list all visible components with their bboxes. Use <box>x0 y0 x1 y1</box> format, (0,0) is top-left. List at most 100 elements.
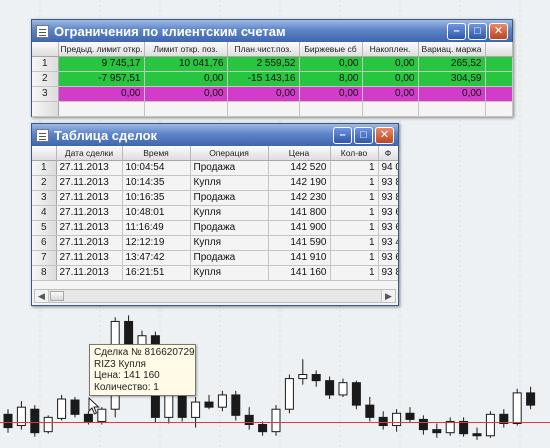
column-header[interactable]: Операция <box>190 146 269 161</box>
candle-body[interactable] <box>392 412 402 427</box>
candle-body[interactable] <box>57 398 67 419</box>
table-cell: 2 559,52 <box>227 56 300 72</box>
tooltip-instrument: RIZ3 Купля <box>94 358 146 370</box>
minimize-button[interactable]: – <box>447 22 466 40</box>
candle-body[interactable] <box>526 392 536 406</box>
candle-body[interactable] <box>432 429 442 434</box>
table-row[interactable]: 227.11.201310:14:35Купля142 190193 8 <box>32 175 398 191</box>
close-button[interactable]: ✕ <box>489 22 508 40</box>
horizontal-scrollbar[interactable]: ◀ ▶ <box>34 289 396 303</box>
row-number: 1 <box>32 160 57 176</box>
client-limits-window[interactable]: Ограничения по клиентским счетам – □ ✕ П… <box>31 19 513 117</box>
candle-body[interactable] <box>191 401 201 418</box>
column-header[interactable]: Ф <box>378 146 398 161</box>
candle-body[interactable] <box>258 424 268 433</box>
column-header[interactable]: Биржевые сб <box>299 42 363 57</box>
client-limits-table[interactable]: Предыд. лимит откр. поз. Лимит откр. поз… <box>32 42 513 117</box>
candle-body[interactable] <box>43 416 53 433</box>
deals-titlebar[interactable]: Таблица сделок – □ ✕ <box>32 124 398 146</box>
table-row[interactable]: 827.11.201316:21:51Купля141 160193 8 <box>32 265 398 281</box>
table-row[interactable]: 2 -7 957,51 0,00 -15 143,16 8,00 0,00 30… <box>32 71 513 87</box>
cell-op: Купля <box>190 235 269 251</box>
candle-body[interactable] <box>231 394 241 416</box>
deals-window[interactable]: Таблица сделок – □ ✕ Дата сделки Время О… <box>31 123 399 306</box>
candle-body[interactable] <box>177 394 187 418</box>
maximize-button[interactable]: □ <box>354 126 373 144</box>
candle-body[interactable] <box>204 401 214 408</box>
candle-body[interactable] <box>418 418 428 431</box>
candle-body[interactable] <box>445 420 455 434</box>
candle-body[interactable] <box>472 433 482 437</box>
cell-op: Продажа <box>190 220 269 236</box>
cell-qty: 1 <box>330 265 379 281</box>
cell-extra: 93 8 <box>378 190 398 206</box>
scroll-thumb[interactable] <box>50 291 64 301</box>
table-row[interactable]: 427.11.201310:48:01Купля141 800193 6 <box>32 205 398 221</box>
column-header[interactable]: Цена <box>268 146 331 161</box>
table-row[interactable]: 3 0,00 0,00 0,00 0,00 0,00 0,00 <box>32 86 513 102</box>
table-cell: 0,00 <box>144 71 228 87</box>
candle-body[interactable] <box>70 399 80 415</box>
table-cell <box>362 101 419 117</box>
table-row[interactable]: 527.11.201311:16:49Продажа141 900193 6 <box>32 220 398 236</box>
row-number: 4 <box>32 205 57 221</box>
column-header[interactable]: Лимит откр. поз. <box>144 42 228 57</box>
cell-time: 10:14:35 <box>122 175 191 191</box>
scroll-left-icon[interactable]: ◀ <box>35 290 49 302</box>
column-header[interactable]: Накоплен. <box>362 42 419 57</box>
table-row[interactable]: 327.11.201310:16:35Продажа142 230193 8 <box>32 190 398 206</box>
client-limits-titlebar[interactable]: Ограничения по клиентским счетам – □ ✕ <box>32 20 512 42</box>
cell-qty: 1 <box>330 205 379 221</box>
candle-body[interactable] <box>351 382 361 406</box>
candle-body[interactable] <box>365 404 375 418</box>
candle-body[interactable] <box>405 412 415 420</box>
cell-time: 10:04:54 <box>122 160 191 176</box>
candle-body[interactable] <box>298 374 308 380</box>
candle-body[interactable] <box>244 414 254 426</box>
column-header[interactable]: Время <box>122 146 191 161</box>
candle-body[interactable] <box>217 394 227 408</box>
candle-body[interactable] <box>311 374 321 382</box>
column-header[interactable]: Кол-во <box>330 146 379 161</box>
cell-date: 27.11.2013 <box>56 220 123 236</box>
cell-op: Продажа <box>190 160 269 176</box>
cell-extra: 93 6 <box>378 205 398 221</box>
candle-body[interactable] <box>512 392 522 425</box>
cell-time: 13:47:42 <box>122 250 191 266</box>
candle-body[interactable] <box>30 408 40 434</box>
candle-body[interactable] <box>271 408 281 433</box>
cell-op: Купля <box>190 175 269 191</box>
candle-body[interactable] <box>325 380 335 396</box>
table-cell: 0,00 <box>418 86 486 102</box>
cell-date: 27.11.2013 <box>56 235 123 251</box>
cell-date: 27.11.2013 <box>56 250 123 266</box>
candle-body[interactable] <box>284 378 294 410</box>
column-header[interactable]: Дата сделки <box>56 146 123 161</box>
column-header[interactable]: Вариац. маржа <box>418 42 486 57</box>
table-row[interactable]: 727.11.201313:47:42Продажа141 910193 6 <box>32 250 398 266</box>
table-row[interactable]: 127.11.201310:04:54Продажа142 520194 0 <box>32 160 398 176</box>
table-row[interactable]: 1 9 745,17 10 041,76 2 559,52 0,00 0,00 … <box>32 56 513 72</box>
table-cell <box>485 71 513 87</box>
table-cell: 0,00 <box>58 86 145 102</box>
scroll-right-icon[interactable]: ▶ <box>381 290 395 302</box>
deal-tooltip: Сделка № 816620729 RIZ3 Купля Цена: 141 … <box>89 344 196 396</box>
table-row[interactable]: 627.11.201312:12:19Купля141 590193 4 <box>32 235 398 251</box>
candle-body[interactable] <box>459 420 469 435</box>
candle-body[interactable] <box>378 416 388 427</box>
maximize-button[interactable]: □ <box>468 22 487 40</box>
column-header[interactable]: План.чист.поз. <box>227 42 300 57</box>
deals-title: Таблица сделок <box>54 127 158 143</box>
deals-table[interactable]: Дата сделки Время Операция Цена Кол-во Ф… <box>32 146 398 281</box>
candle-body[interactable] <box>83 413 93 422</box>
column-header[interactable]: Предыд. лимит откр. поз. <box>58 42 145 57</box>
candle-body[interactable] <box>3 413 13 429</box>
minimize-button[interactable]: – <box>333 126 352 144</box>
close-button[interactable]: ✕ <box>375 126 394 144</box>
candle-body[interactable] <box>338 382 348 396</box>
cell-qty: 1 <box>330 235 379 251</box>
candle-body[interactable] <box>164 394 174 418</box>
candle-body[interactable] <box>485 413 495 437</box>
table-cell <box>485 56 513 72</box>
table-cell: -15 143,16 <box>227 71 300 87</box>
